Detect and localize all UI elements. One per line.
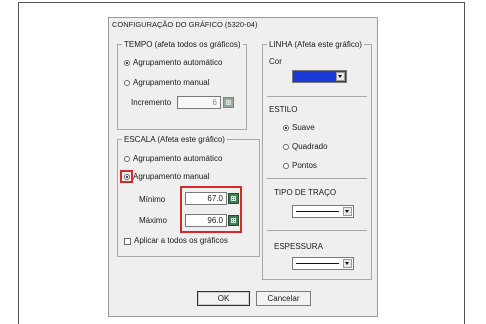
espessura-dropdown[interactable] [292, 257, 354, 270]
increment-calculator-icon[interactable] [223, 97, 234, 108]
max-label: Máximo [139, 216, 168, 225]
escala-auto-radio[interactable] [124, 156, 130, 162]
min-field[interactable]: 67.0 [185, 192, 227, 205]
estilo-quadrado-radio[interactable] [283, 144, 289, 150]
max-calculator-icon[interactable] [228, 215, 239, 226]
estilo-divider [267, 178, 367, 179]
tempo-manual-radio[interactable] [124, 80, 130, 86]
dialog-title: CONFIGURAÇÃO DO GRÁFICO (5320-04) [112, 20, 258, 29]
estilo-suave-label[interactable]: Suave [292, 123, 315, 132]
apply-all-label[interactable]: Aplicar a todos os gráficos [134, 236, 228, 245]
apply-all-checkbox[interactable] [124, 238, 131, 245]
escala-legend: ESCALA (Afeta este gráfico) [124, 135, 225, 144]
color-dropdown[interactable] [292, 70, 347, 83]
min-label: Mínimo [139, 195, 166, 204]
escala-auto-label[interactable]: Agrupamento automático [133, 154, 222, 163]
min-calculator-icon[interactable] [228, 193, 239, 204]
linha-legend: LINHA (Afeta este gráfico) [269, 40, 362, 49]
max-field[interactable]: 96.0 [185, 214, 227, 227]
chevron-down-icon[interactable] [336, 72, 345, 81]
estilo-pontos-radio[interactable] [283, 163, 289, 169]
increment-field[interactable]: 6 [177, 96, 221, 109]
thickness-line-sample [296, 263, 339, 264]
estilo-pontos-label[interactable]: Pontos [292, 161, 317, 170]
chevron-down-icon[interactable] [343, 207, 352, 216]
ok-button[interactable]: OK [197, 291, 250, 306]
tipo-divider [267, 230, 367, 231]
estilo-label: ESTILO [269, 105, 298, 114]
espessura-label: ESPESSURA [274, 242, 323, 251]
chart-config-dialog: CONFIGURAÇÃO DO GRÁFICO (5320-04) TEMPO … [108, 17, 378, 317]
tempo-auto-label[interactable]: Agrupamento automático [133, 58, 222, 67]
tipo-traco-label: TIPO DE TRAÇO [274, 188, 337, 197]
increment-label: Incremento [131, 98, 172, 107]
tempo-manual-label[interactable]: Agrupamento manual [133, 78, 210, 87]
linha-divider [267, 96, 367, 97]
tempo-auto-radio[interactable] [124, 60, 130, 66]
estilo-quadrado-label[interactable]: Quadrado [292, 142, 328, 151]
estilo-suave-radio[interactable] [283, 125, 289, 131]
tipo-traco-dropdown[interactable] [292, 205, 354, 218]
solid-line-sample [296, 211, 339, 212]
chevron-down-icon[interactable] [343, 259, 352, 268]
color-label: Cor [269, 57, 282, 66]
tempo-legend: TEMPO (afeta todos os gráficos) [124, 40, 241, 49]
cancel-button[interactable]: Cancelar [256, 291, 311, 306]
escala-manual-label[interactable]: Agrupamento manual [133, 172, 210, 181]
escala-manual-radio[interactable] [124, 174, 130, 180]
